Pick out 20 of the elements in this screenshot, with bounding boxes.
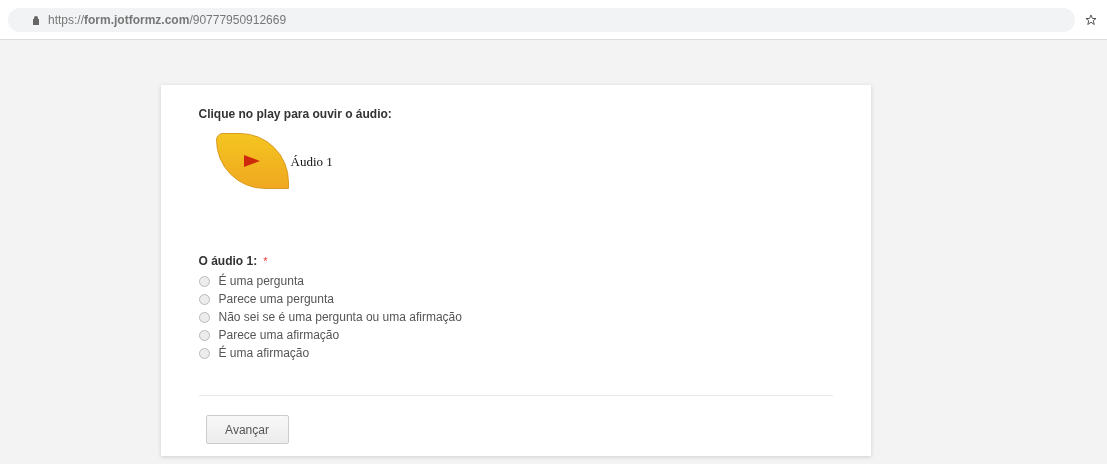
radio-option[interactable]: Não sei se é uma pergunta ou uma afirmação (198, 308, 833, 326)
submit-button[interactable]: Avançar (205, 415, 289, 444)
radio-option[interactable]: Parece uma pergunta (198, 290, 833, 308)
radio-button[interactable] (198, 275, 210, 287)
radio-button[interactable] (198, 329, 210, 341)
radio-button[interactable] (198, 347, 210, 359)
radio-option[interactable]: Parece uma afirmação (198, 326, 833, 344)
lock-icon (32, 14, 40, 25)
instruction-text: Clique no play para ouvir o áudio: (198, 106, 393, 123)
url-text: https://form.jotformz.com/90777950912669 (48, 11, 287, 29)
star-icon[interactable] (1085, 13, 1097, 26)
play-icon (244, 155, 260, 167)
radio-button[interactable] (198, 311, 210, 323)
radio-option[interactable]: É uma afirmação (198, 344, 833, 362)
question-label: O áudio 1: (198, 253, 258, 270)
required-mark: * (263, 253, 268, 269)
address-bar[interactable]: https://form.jotformz.com/90777950912669 (8, 7, 1075, 32)
audio-label: Áudio 1 (290, 153, 333, 172)
radio-option[interactable]: É uma pergunta (198, 272, 833, 290)
radio-button[interactable] (198, 293, 210, 305)
